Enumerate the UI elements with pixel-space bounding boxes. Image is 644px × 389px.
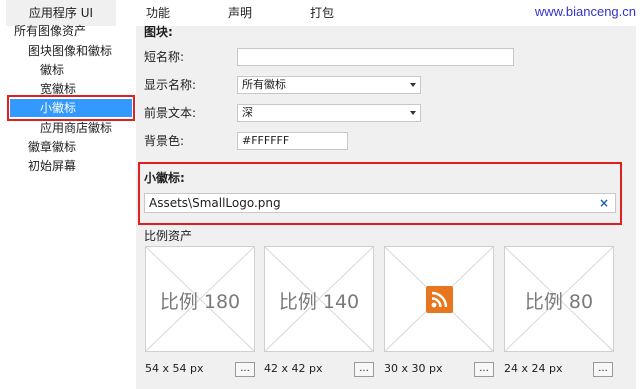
display-name-value: 所有徽标 <box>242 78 286 91</box>
foreground-text-select[interactable]: 深 <box>237 104 421 122</box>
foreground-text-label: 前景文本: <box>144 106 197 120</box>
display-name-label: 显示名称: <box>144 78 197 92</box>
scale-assets-heading: 比例资产 <box>144 229 193 243</box>
tab-packaging[interactable]: 打包 <box>292 0 352 26</box>
short-name-input[interactable] <box>237 48 514 66</box>
browse-button[interactable]: ... <box>474 362 494 377</box>
tree-item-store-logo[interactable]: 应用商店徽标 <box>40 119 112 137</box>
scale-tile-180[interactable]: 比例 180 <box>145 246 255 352</box>
watermark-text: www.bianceng.cn <box>534 4 636 19</box>
scrollbar-track[interactable] <box>636 26 644 389</box>
chevron-down-icon <box>410 83 416 87</box>
scale-tile-label: 比例 180 <box>159 291 241 313</box>
short-name-label: 短名称: <box>144 50 185 64</box>
display-name-select[interactable]: 所有徽标 <box>237 76 421 94</box>
scale-tile-100[interactable] <box>384 246 494 352</box>
size-label: 24 x 24 px <box>504 362 563 375</box>
scale-tile-label: 比例 140 <box>278 291 360 313</box>
tab-declarations[interactable]: 声明 <box>210 0 270 26</box>
rss-icon <box>426 286 453 313</box>
scale-tile-label: 比例 80 <box>524 291 594 313</box>
scale-tile-80[interactable]: 比例 80 <box>504 246 614 352</box>
chevron-down-icon <box>410 111 416 115</box>
background-color-input[interactable]: #FFFFFF <box>237 132 348 150</box>
size-label: 30 x 30 px <box>384 362 443 375</box>
asset-tree: 所有图像资产 图块图像和徽标 徽标 宽徽标 小徽标 应用商店徽标 徽章徽标 初始… <box>0 24 136 389</box>
background-color-label: 背景色: <box>144 134 185 148</box>
highlight-box-tree <box>7 95 135 121</box>
size-label: 54 x 54 px <box>145 362 204 375</box>
tree-item-logo[interactable]: 徽标 <box>40 61 64 79</box>
scale-tile-140[interactable]: 比例 140 <box>264 246 374 352</box>
size-label: 42 x 42 px <box>264 362 323 375</box>
foreground-text-value: 深 <box>242 106 253 119</box>
tree-item-badge-logo[interactable]: 徽章徽标 <box>28 138 76 156</box>
browse-button[interactable]: ... <box>593 362 613 377</box>
browse-button[interactable]: ... <box>235 362 255 377</box>
browse-button[interactable]: ... <box>354 362 374 377</box>
tree-item-tile-images[interactable]: 图块图像和徽标 <box>28 42 112 60</box>
tile-heading: 图块: <box>144 25 173 39</box>
tree-item-all-assets[interactable]: 所有图像资产 <box>14 22 86 40</box>
tab-bar: 应用程序 UI 功能 声明 打包 www.bianceng.cn <box>0 0 644 27</box>
tree-item-splash-screen[interactable]: 初始屏幕 <box>28 157 76 175</box>
highlight-box-small-logo <box>138 162 622 225</box>
